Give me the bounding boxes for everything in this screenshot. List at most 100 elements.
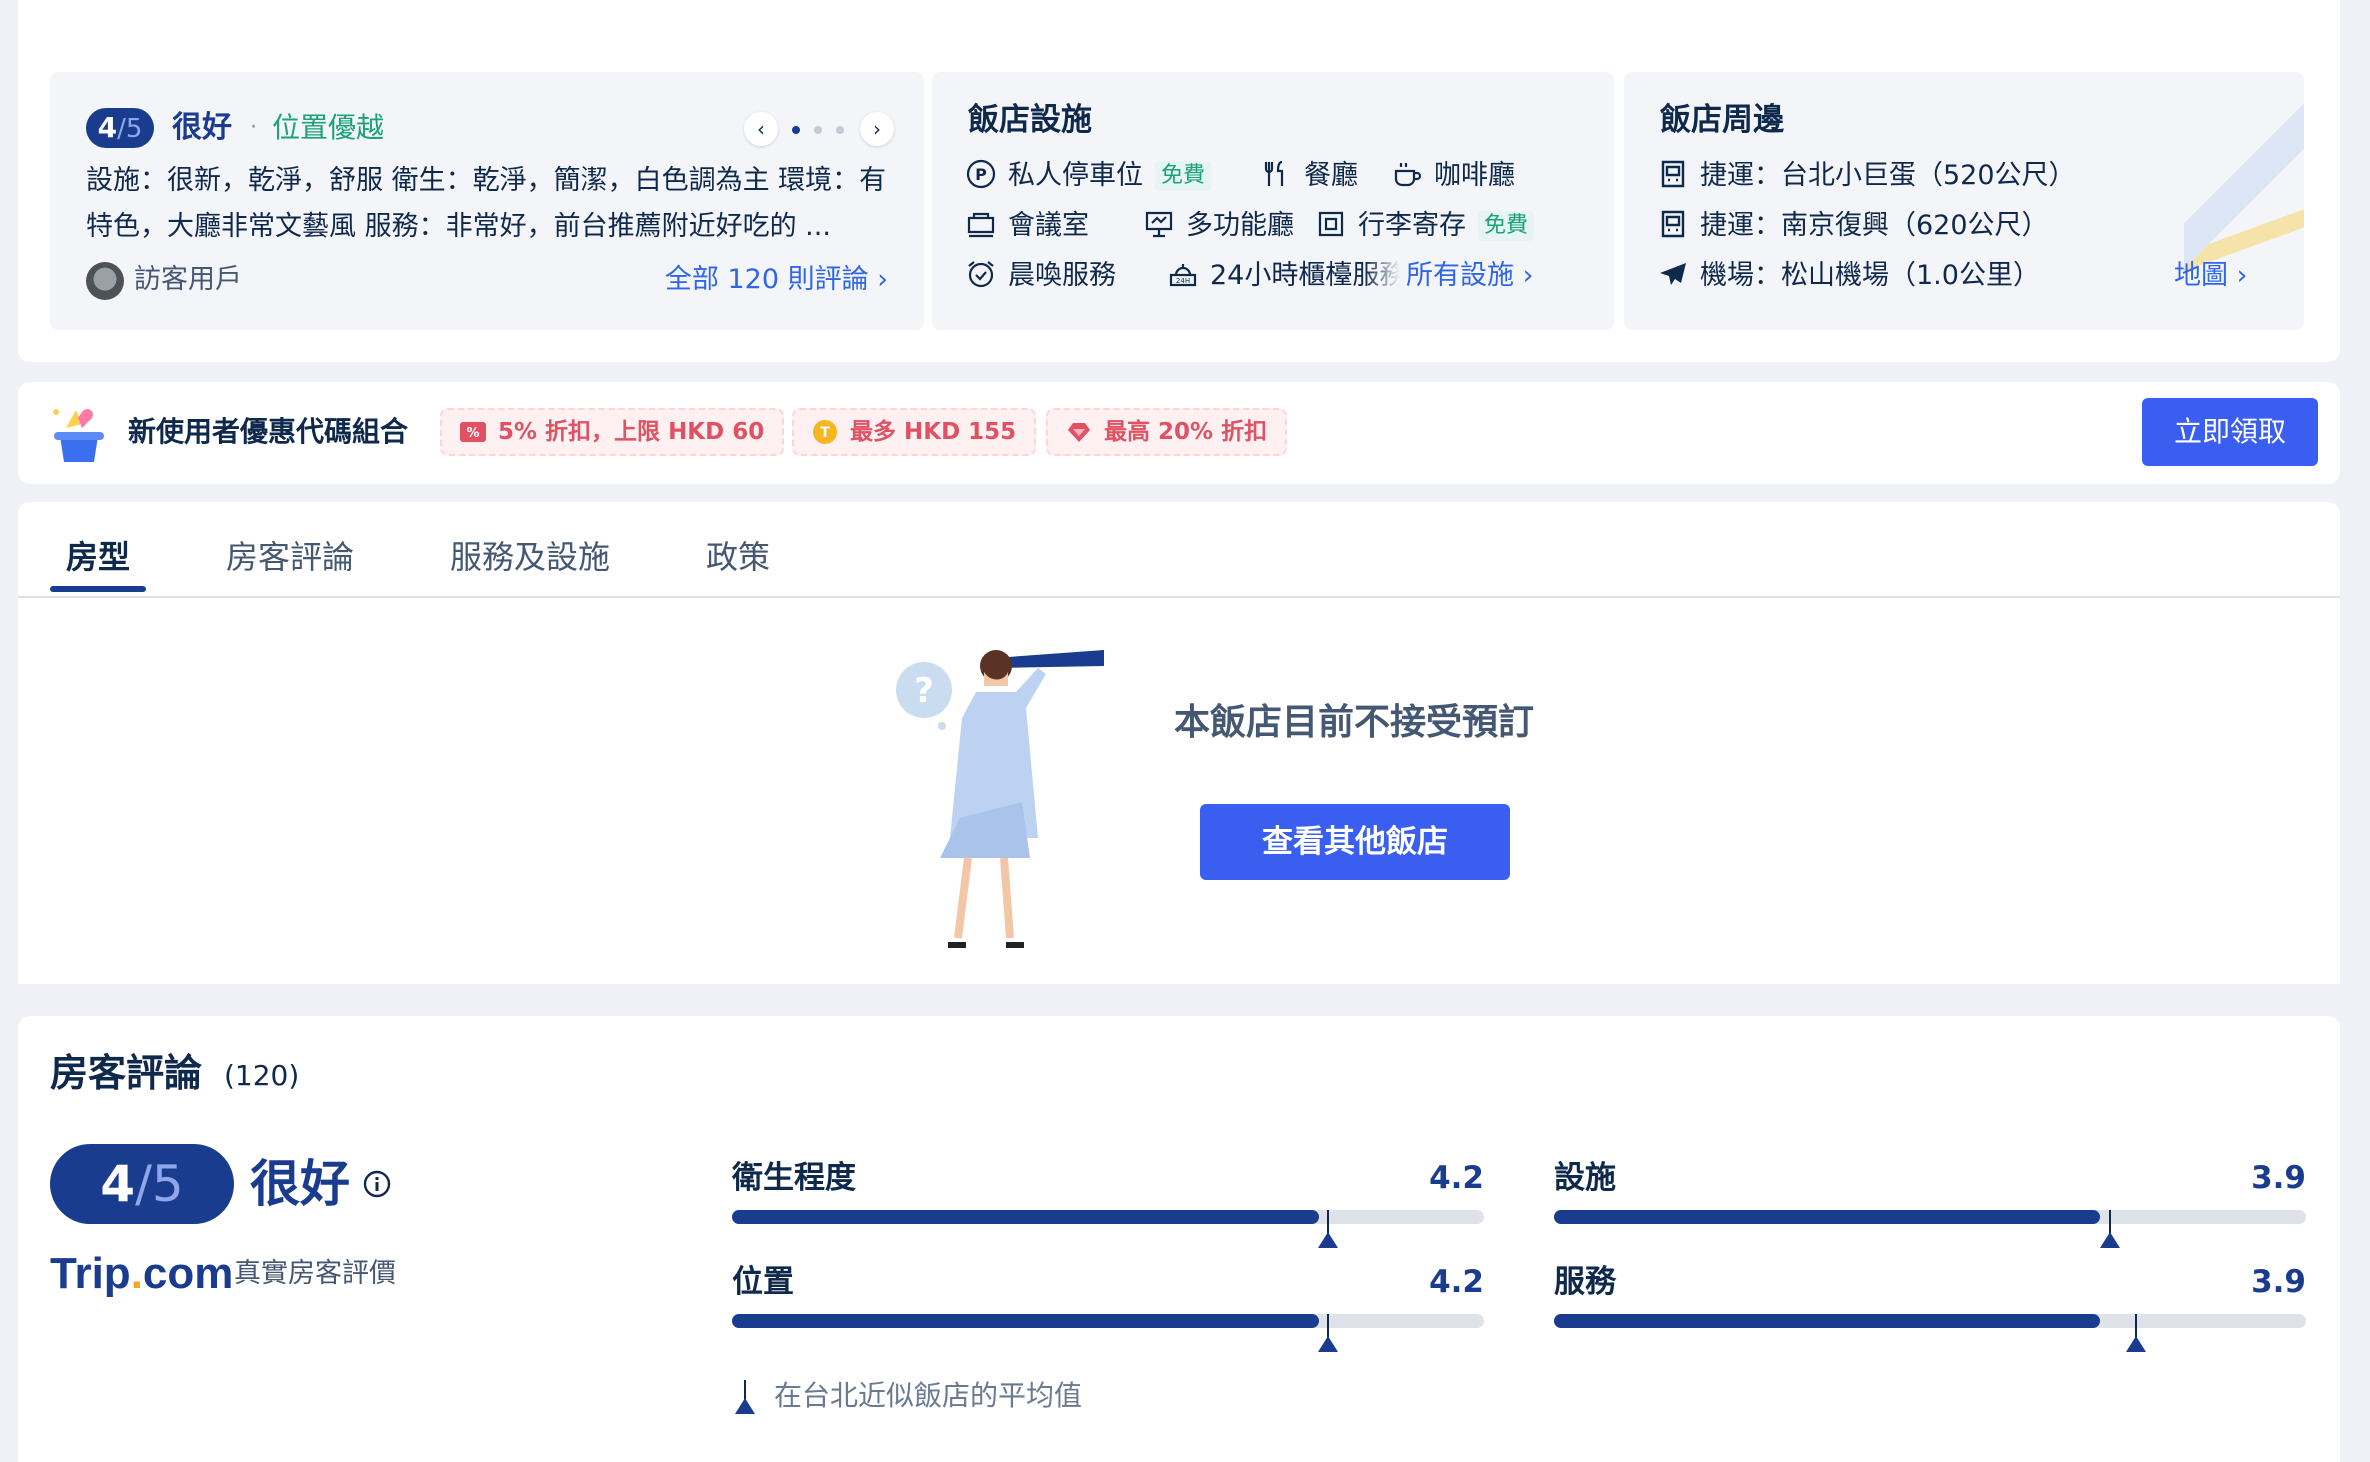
- city-average-marker: [2100, 1210, 2120, 1248]
- carousel-dot[interactable]: [814, 126, 822, 134]
- score-bar-fill: [1554, 1210, 2100, 1224]
- carousel-dots: [792, 126, 846, 134]
- nearby-panel: 飯店周邊 捷運：台北小巨蛋（520公尺） 捷運：南京復興（620公尺） 機場：松…: [1624, 72, 2304, 330]
- not-bookable-message: 本飯店目前不接受預訂: [1174, 702, 1535, 743]
- chevron-right-icon: ›: [1522, 260, 1534, 291]
- trip-com-logo: Trip.com: [50, 1249, 234, 1298]
- score-bar-track: [1554, 1210, 2306, 1224]
- facility-meeting-room: 會議室: [966, 206, 1089, 246]
- promo-title: 新使用者優惠代碼組合: [128, 415, 409, 448]
- overall-score-badge: 4/5: [50, 1144, 234, 1224]
- facilities-title: 飯店設施: [968, 102, 1092, 138]
- magic-hat-icon: [53, 409, 104, 462]
- sub-score-value: 3.9: [2251, 1160, 2306, 1196]
- reviewer-name: 訪客用戶: [134, 264, 242, 295]
- section-tabs: 房型 房客評論 服務及設施 政策: [18, 502, 2340, 598]
- chevron-right-icon[interactable]: ›: [860, 112, 894, 146]
- review-highlight-tag: 位置優越: [272, 111, 385, 144]
- review-count: (120): [224, 1059, 300, 1092]
- average-marker-icon: [735, 1380, 755, 1414]
- sub-score-item: 衛生程度 4.2: [732, 1156, 1484, 1256]
- sub-score-value: 3.9: [2251, 1264, 2306, 1300]
- separator-dot: ·: [250, 115, 257, 140]
- overall-rating-word: 很好: [250, 1155, 350, 1213]
- facility-coffee: 咖啡廳: [1392, 156, 1515, 196]
- carousel-dot[interactable]: [792, 126, 800, 134]
- free-badge: 免費: [1155, 161, 1212, 191]
- coffee-icon: [1394, 163, 1422, 187]
- woman-telescope-illustration: ?: [896, 650, 1104, 948]
- facility-restaurant: 餐廳: [1262, 156, 1358, 196]
- airplane-icon: [1660, 263, 1686, 285]
- sub-score-label: 衛生程度: [732, 1160, 856, 1196]
- all-facilities-link[interactable]: 所有設施 ›: [1406, 256, 1533, 296]
- score-bar-track: [732, 1314, 1484, 1328]
- nearby-item: 捷運：南京復興（620公尺）: [1658, 206, 2049, 246]
- hotel-overview-card: 4/5 很好 · 位置優越 ‹ › 設施：很新，乾淨，舒服 衛生：乾淨，簡潔，白…: [18, 0, 2340, 362]
- review-snippet-panel[interactable]: 4/5 很好 · 位置優越 ‹ › 設施：很新，乾淨，舒服 衛生：乾淨，簡潔，白…: [50, 72, 924, 330]
- score-bar-fill: [732, 1314, 1319, 1328]
- city-average-marker: [2126, 1314, 2146, 1352]
- sub-score-label: 設施: [1554, 1160, 1616, 1196]
- review-text: 設施：很新，乾淨，舒服 衛生：乾淨，簡潔，白色調為主 環境：有特色，大廳非常文藝…: [86, 165, 887, 242]
- nearby-item: 機場：松山機場（1.0公里）: [1658, 256, 2040, 296]
- city-average-marker: [1318, 1210, 1338, 1248]
- avatar: [86, 262, 124, 300]
- verified-reviews-label: 真實房客評價: [234, 1258, 396, 1289]
- coupon-discount-cap[interactable]: % 5% 折扣，上限 HKD 60: [440, 408, 785, 456]
- legend-text: 在台北近似飯店的平均值: [774, 1379, 1083, 1412]
- active-tab-indicator: [50, 586, 146, 592]
- luggage-icon: [1318, 211, 1344, 237]
- chevron-left-icon[interactable]: ‹: [744, 112, 778, 146]
- map-link[interactable]: 地圖 ›: [2174, 256, 2247, 296]
- review-carousel-controls: ‹ ›: [744, 112, 894, 146]
- facility-luggage: 行李寄存 免費: [1316, 206, 1535, 246]
- metro-icon: [1661, 160, 1685, 188]
- info-icon[interactable]: [362, 1169, 392, 1199]
- heart-gem-icon: [1068, 423, 1090, 442]
- tab-guest-reviews[interactable]: 房客評論: [226, 532, 354, 582]
- sub-score-label: 服務: [1554, 1264, 1616, 1300]
- svg-text:24H: 24H: [1176, 277, 1190, 285]
- restaurant-icon: [1264, 160, 1284, 186]
- meeting-room-icon: [967, 212, 995, 238]
- facility-front-desk: 24H 24小時櫃檯服務: [1168, 256, 1400, 296]
- sub-score-item: 服務 3.9: [1554, 1260, 2306, 1360]
- tab-policies[interactable]: 政策: [706, 532, 770, 582]
- svg-text:%: %: [466, 426, 479, 441]
- score-badge: 4/5: [86, 108, 154, 148]
- tab-services-facilities[interactable]: 服務及設施: [450, 532, 610, 582]
- rooms-section: 房型 房客評論 服務及設施 政策 ? 本飯店目前不接受預訂 查看其他飯店: [18, 502, 2340, 984]
- sub-score-item: 位置 4.2: [732, 1260, 1484, 1360]
- coupon-percent-off[interactable]: 最高 20% 折扣: [1046, 408, 1288, 456]
- chevron-right-icon: ›: [2236, 260, 2248, 291]
- rating-word: 很好: [172, 110, 232, 145]
- facility-parking: P 私人停車位 免費: [966, 156, 1212, 196]
- nearby-item: 捷運：台北小巨蛋（520公尺）: [1658, 156, 2076, 196]
- free-badge: 免費: [1478, 211, 1535, 241]
- guest-reviews-section: 房客評論 (120) 4/5 很好 Trip.com 真實房客評價 衛生程度 4.…: [18, 1016, 2340, 1462]
- alarm-clock-icon: [968, 261, 994, 288]
- carousel-dot[interactable]: [836, 126, 844, 134]
- chevron-right-icon: ›: [877, 264, 888, 295]
- parking-icon: P: [966, 159, 996, 189]
- coupon-trip-coins[interactable]: T 最多 HKD 155: [792, 408, 1037, 456]
- sub-score-item: 設施 3.9: [1554, 1156, 2306, 1256]
- front-desk-24h-icon: 24H: [1169, 264, 1197, 287]
- section-title: 房客評論: [50, 1051, 203, 1095]
- nearby-title: 飯店周邊: [1660, 102, 1784, 138]
- facilities-panel: 飯店設施 P 私人停車位 免費 餐廳 咖啡廳 會議室 多功能廳 行李寄存 免費 晨喚服…: [932, 72, 1614, 330]
- new-user-promo-bar: 新使用者優惠代碼組合 % 5% 折扣，上限 HKD 60 T 最多 HKD 15…: [18, 382, 2340, 484]
- trip-coin-icon: T: [813, 420, 837, 444]
- percent-ticket-icon: %: [460, 422, 486, 442]
- score-bar-fill: [732, 1210, 1319, 1224]
- svg-text:?: ?: [914, 671, 934, 711]
- score-bar-fill: [1554, 1314, 2100, 1328]
- score-bar-track: [732, 1210, 1484, 1224]
- all-reviews-link[interactable]: 全部 120 則評論 ›: [665, 260, 888, 300]
- tab-rooms[interactable]: 房型: [66, 532, 130, 582]
- svg-text:T: T: [820, 425, 830, 441]
- claim-now-button[interactable]: 立即領取: [2142, 398, 2318, 466]
- metro-icon: [1661, 210, 1685, 238]
- view-other-hotels-button[interactable]: 查看其他飯店: [1200, 804, 1510, 880]
